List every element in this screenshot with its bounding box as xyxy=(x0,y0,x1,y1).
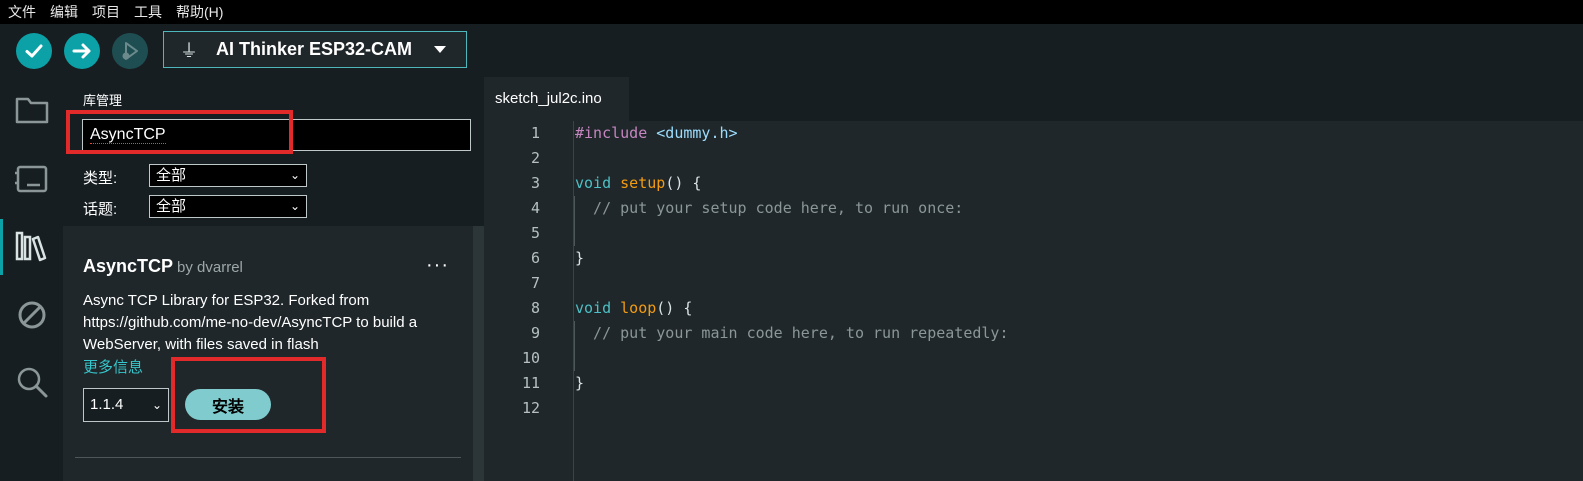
line-text: void setup() { xyxy=(575,171,701,196)
arrow-right-icon xyxy=(72,43,91,59)
tab-bar: sketch_jul2c.ino xyxy=(484,77,1583,121)
code-token: () { xyxy=(665,174,702,192)
line-text: } xyxy=(575,374,585,392)
line-text: void loop() { xyxy=(575,296,692,321)
line-number: 6 xyxy=(530,249,540,267)
version-value: 1.1.4 xyxy=(90,396,124,413)
code-token: <dummy.h> xyxy=(647,124,738,142)
menu-project[interactable]: 项目 xyxy=(92,2,120,22)
line-number: 7 xyxy=(530,274,540,292)
filter-type-label: 类型: xyxy=(83,170,118,187)
line-number: 4 xyxy=(530,199,540,217)
panel-title: 库管理 xyxy=(83,93,123,108)
code-token: void xyxy=(575,299,612,317)
board-name: AI Thinker ESP32-CAM xyxy=(216,39,413,59)
line-number: 8 xyxy=(530,299,540,317)
board-selector[interactable]: ⏚ AI Thinker ESP32-CAM xyxy=(163,31,467,68)
line-number: 3 xyxy=(530,174,540,192)
line-text: // put your setup code here, to run once… xyxy=(575,199,964,217)
chevron-down-icon xyxy=(434,46,446,53)
library-name-text: AsyncTCP xyxy=(83,256,174,276)
scrollbar[interactable] xyxy=(473,226,484,481)
active-indicator xyxy=(0,219,3,275)
line-number: 11 xyxy=(521,374,540,392)
chevron-down-icon: ⌄ xyxy=(289,199,300,213)
line-number: 9 xyxy=(530,324,540,342)
install-button[interactable]: 安装 xyxy=(185,389,271,420)
code-token: void xyxy=(575,174,612,192)
verify-button[interactable] xyxy=(16,33,52,69)
upload-button[interactable] xyxy=(64,33,100,69)
filter-type-select[interactable]: 全部 ⌄ xyxy=(149,164,307,187)
line-text: #include <dummy.h> xyxy=(575,121,738,146)
line-number: 1 xyxy=(530,124,540,142)
filter-topic-label: 话题: xyxy=(83,201,118,218)
library-name: AsyncTCP by dvarrel xyxy=(83,256,243,277)
editor: sketch_jul2c.ino 1 #include <dummy.h> 2 … xyxy=(484,77,1583,481)
filter-type-value: 全部 xyxy=(156,167,187,184)
code-token: () { xyxy=(656,299,693,317)
debug-button[interactable] xyxy=(112,33,148,69)
search-input-value: AsyncTCP xyxy=(90,126,166,144)
library-description: Async TCP Library for ESP32. Forked from… xyxy=(83,292,418,353)
toolbar: ⏚ AI Thinker ESP32-CAM xyxy=(0,24,1583,77)
activity-bar xyxy=(0,77,63,481)
library-author: by dvarrel xyxy=(177,259,243,276)
code-token: setup xyxy=(611,174,666,192)
filter-topic-select[interactable]: 全部 ⌄ xyxy=(149,195,307,218)
chevron-down-icon: ⌄ xyxy=(289,168,300,182)
line-number: 2 xyxy=(530,149,540,167)
search-icon[interactable] xyxy=(13,363,51,401)
menu-file[interactable]: 文件 xyxy=(8,2,36,22)
filter-topic-value: 全部 xyxy=(156,198,187,215)
library-card: AsyncTCP by dvarrel ··· Async TCP Library… xyxy=(63,226,484,481)
menu-edit[interactable]: 编辑 xyxy=(50,2,78,22)
gutter-divider xyxy=(573,121,574,481)
menu-tools[interactable]: 工具 xyxy=(134,2,162,22)
divider xyxy=(75,457,461,458)
line-number: 5 xyxy=(530,224,540,242)
library-icon[interactable] xyxy=(13,227,51,265)
tab-sketch[interactable]: sketch_jul2c.ino xyxy=(484,77,629,121)
code-token: loop xyxy=(611,299,657,317)
line-text: // put your main code here, to run repea… xyxy=(575,324,1009,342)
line-number: 12 xyxy=(521,399,540,417)
usb-icon: ⏚ xyxy=(180,40,198,61)
more-info-link[interactable]: 更多信息 xyxy=(83,356,143,377)
blocked-icon[interactable] xyxy=(13,296,51,334)
search-input[interactable]: AsyncTCP xyxy=(82,119,471,151)
more-options-icon[interactable]: ··· xyxy=(426,254,449,277)
menu-help[interactable]: 帮助(H) xyxy=(176,2,223,22)
code-editor[interactable]: 1 #include <dummy.h> 2 3 void setup() { … xyxy=(484,121,1583,481)
version-select[interactable]: 1.1.4 ⌄ xyxy=(83,388,169,422)
menu-bar: 文件 编辑 项目 工具 帮助(H) xyxy=(0,0,1583,24)
library-manager: 库管理 AsyncTCP 类型: 全部 ⌄ 话题: 全部 ⌄ AsyncTCP b… xyxy=(63,77,484,481)
board-icon[interactable] xyxy=(13,159,51,197)
line-text: } xyxy=(575,249,585,267)
check-icon xyxy=(25,44,43,58)
code-token: #include xyxy=(575,124,648,142)
line-number: 10 xyxy=(521,349,540,367)
folder-icon[interactable] xyxy=(13,90,51,128)
chevron-down-icon: ⌄ xyxy=(151,398,162,412)
debug-icon xyxy=(122,42,138,60)
